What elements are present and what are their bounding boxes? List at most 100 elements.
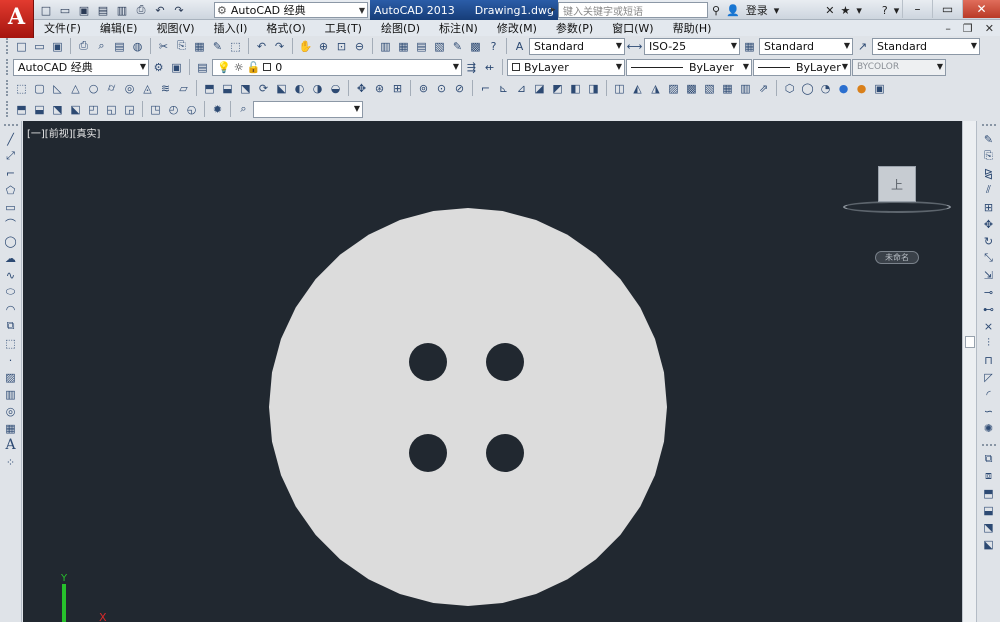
imprint-icon[interactable]: ▨ [665, 80, 682, 97]
hatch-to-back-icon[interactable]: ⬕ [980, 536, 998, 552]
break-icon[interactable]: ⫶ [980, 335, 998, 351]
arc-icon[interactable]: ⌒ [2, 216, 20, 232]
dimension-style-combo[interactable]: ISO-25 ▼ [644, 37, 740, 55]
3d-rotate-icon[interactable]: ⊛ [371, 80, 388, 97]
rotate-icon[interactable]: ↻ [980, 233, 998, 249]
copy-faces-icon[interactable]: ◲ [121, 101, 138, 118]
send-under-icon[interactable]: ⬓ [980, 502, 998, 518]
visual-hidden-icon[interactable]: ◔ [817, 80, 834, 97]
text-to-front-icon[interactable]: ⬔ [980, 519, 998, 535]
cylinder-icon[interactable]: ⌭ [103, 80, 120, 97]
blend-curves-icon[interactable]: ∽ [980, 403, 998, 419]
quickcalc-icon[interactable]: ▩ [467, 38, 484, 55]
slice-icon[interactable]: ◭ [629, 80, 646, 97]
ucs-previous-icon[interactable]: ⊿ [513, 80, 530, 97]
add-selected-icon[interactable]: ⁘ [2, 454, 20, 470]
doc-restore-button[interactable]: ❐ [963, 22, 973, 35]
doc-close-button[interactable]: ✕ [985, 22, 994, 35]
revolve-icon[interactable]: ⟳ [255, 80, 272, 97]
draw-order-front-icon[interactable]: ⧉ [980, 451, 998, 467]
open-icon[interactable]: ▭ [31, 38, 48, 55]
mesh-box-icon[interactable]: ◳ [147, 101, 164, 118]
make-block-icon[interactable]: ⬚ [2, 335, 20, 351]
hatch-icon[interactable]: ▨ [2, 369, 20, 385]
menu-modify[interactable]: 修改(M) [487, 20, 546, 36]
draw-order-back-icon[interactable]: ⧈ [980, 468, 998, 484]
walk-icon[interactable]: ⇗ [755, 80, 772, 97]
scale-icon[interactable]: ⤡ [980, 250, 998, 266]
multileader-style-icon[interactable]: ↗ [854, 38, 871, 55]
color-combo[interactable]: ByLayer ▼ [507, 58, 625, 76]
table-style-icon[interactable]: ▦ [741, 38, 758, 55]
application-menu-button[interactable]: A [0, 0, 34, 38]
pan-icon[interactable]: ✋ [297, 38, 314, 55]
publish-icon[interactable]: ▤ [111, 38, 128, 55]
copy-object-icon[interactable]: ⎘ [980, 148, 998, 164]
print-preview-icon[interactable]: ⌕ [93, 38, 110, 55]
ucs-origin-icon[interactable]: ◨ [585, 80, 602, 97]
markup-icon[interactable]: ✎ [449, 38, 466, 55]
spline-icon[interactable]: ∿ [2, 267, 20, 283]
wcs-menu[interactable]: 未命名 [875, 251, 919, 264]
new-icon[interactable]: □ [13, 38, 30, 55]
doc-minimize-button[interactable]: – [945, 22, 951, 35]
check-icon[interactable]: ▦ [719, 80, 736, 97]
button-hole[interactable] [409, 434, 447, 472]
block-editor-icon[interactable]: ⬚ [227, 38, 244, 55]
trim-icon[interactable]: ⊸ [980, 284, 998, 300]
ucs-view-icon[interactable]: ◧ [567, 80, 584, 97]
bring-above-icon[interactable]: ⬒ [980, 485, 998, 501]
thicken-icon[interactable]: ◮ [647, 80, 664, 97]
construction-line-icon[interactable]: ⤢ [2, 148, 20, 164]
insert-block-icon[interactable]: ⧉ [2, 318, 20, 334]
print-icon[interactable]: ⎙ [133, 2, 149, 18]
3d-move-icon[interactable]: ✥ [353, 80, 370, 97]
viewcube[interactable]: 上 [878, 166, 916, 202]
render-icon[interactable]: ✹ [209, 101, 226, 118]
user-icon[interactable]: 👤 [726, 4, 740, 17]
region-icon[interactable]: ◎ [2, 403, 20, 419]
paste-icon[interactable]: ▦ [191, 38, 208, 55]
planar-surface-icon[interactable]: ▱ [175, 80, 192, 97]
ucs-world-icon[interactable]: ⊾ [495, 80, 512, 97]
stretch-icon[interactable]: ⇲ [980, 267, 998, 283]
exchange-icon[interactable]: ✕ [825, 4, 834, 17]
workspace-icon[interactable]: ▣ [168, 59, 185, 76]
button-circle[interactable] [269, 208, 667, 606]
union-icon[interactable]: ◐ [291, 80, 308, 97]
extend-icon[interactable]: ⊷ [980, 301, 998, 317]
text-style-icon[interactable]: A [511, 38, 528, 55]
menu-dimension[interactable]: 标注(N) [429, 20, 487, 36]
button-hole[interactable] [486, 343, 524, 381]
workspace-selector[interactable]: ⚙ AutoCAD 经典 ▼ [214, 2, 368, 18]
properties-icon[interactable]: ▥ [377, 38, 394, 55]
rectangle-icon[interactable]: ▭ [2, 199, 20, 215]
delete-faces-icon[interactable]: ⬕ [67, 101, 84, 118]
ucs-icon[interactable]: ⌐ [477, 80, 494, 97]
menu-parameters[interactable]: 参数(P) [546, 20, 602, 36]
menu-insert[interactable]: 插入(I) [204, 20, 257, 36]
wedge-icon[interactable]: ◺ [49, 80, 66, 97]
print-icon[interactable]: ⎙ [75, 38, 92, 55]
sphere-icon[interactable]: ○ [85, 80, 102, 97]
expand-arrow-icon[interactable]: ▸ [551, 5, 556, 15]
explode-icon[interactable]: ✺ [980, 420, 998, 436]
save-as-icon[interactable]: ▤ [95, 2, 111, 18]
zoom-combo[interactable]: ▼ [253, 100, 363, 118]
button-hole[interactable] [486, 434, 524, 472]
subtract-icon[interactable]: ◑ [309, 80, 326, 97]
mesh-refine-icon[interactable]: ◵ [183, 101, 200, 118]
erase-icon[interactable]: ✎ [980, 131, 998, 147]
menu-file[interactable]: 文件(F) [34, 20, 90, 36]
chamfer-icon[interactable]: ◸ [980, 369, 998, 385]
toolbar-grip[interactable] [3, 124, 18, 128]
visual-wireframe-icon[interactable]: ◯ [799, 80, 816, 97]
box-icon[interactable]: ▢ [31, 80, 48, 97]
break-at-point-icon[interactable]: ⨯ [980, 318, 998, 334]
help-icon[interactable]: ? [882, 4, 888, 17]
3d-align-icon[interactable]: ⊞ [389, 80, 406, 97]
viewcube-compass-ring[interactable] [843, 201, 951, 213]
save-icon[interactable]: ▣ [76, 2, 92, 18]
move-faces-icon[interactable]: ⬓ [31, 101, 48, 118]
chevron-down-icon[interactable]: ▾ [774, 4, 780, 17]
